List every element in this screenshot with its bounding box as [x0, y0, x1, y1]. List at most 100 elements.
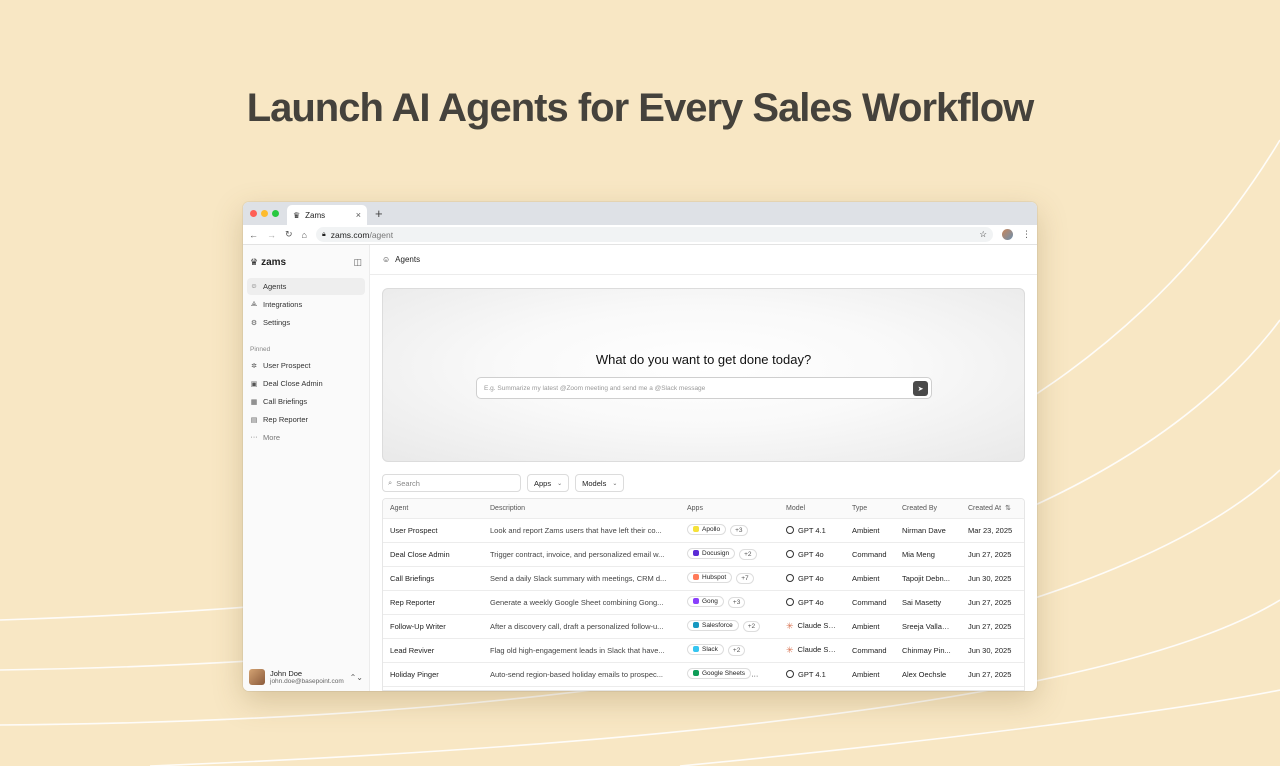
app-chip[interactable]: Apollo — [687, 523, 727, 535]
cell-apps: Salesforce +2 — [680, 614, 779, 639]
url-host: zams.com — [330, 229, 370, 240]
column-header-description[interactable]: Description — [483, 499, 680, 519]
table-row[interactable]: Holiday Pinger Auto-send region-based hol… — [383, 662, 1024, 687]
url-field[interactable]: 🔒︎ zams.com/agent ☆ — [315, 227, 993, 242]
pinned-item-rep-reporter[interactable]: ▤ Rep Reporter — [247, 411, 365, 428]
more-apps-badge[interactable]: +3 — [730, 525, 748, 537]
cell-agent: Lead Reviver — [383, 638, 483, 663]
more-apps-badge[interactable]: +7 — [736, 573, 754, 585]
table-row[interactable]: Call Briefings Send a daily Slack summary… — [383, 566, 1024, 591]
cell-description: After a discovery call, draft a personal… — [483, 614, 680, 639]
app-chip[interactable]: Hubspot — [687, 571, 733, 583]
cell-agent: Holiday Pinger — [383, 662, 483, 687]
pinned-item-label: Rep Reporter — [263, 415, 309, 424]
back-icon[interactable]: ← — [249, 230, 258, 240]
prompt-input[interactable]: E.g. Summarize my latest @Zoom meeting a… — [476, 377, 932, 399]
column-header-model[interactable]: Model — [779, 499, 845, 519]
pinned-item-more[interactable]: ··· More — [247, 429, 365, 446]
cell-type: Ambient — [845, 662, 895, 687]
cell-description: Auto-send region-based holiday emails to… — [483, 662, 680, 687]
kebab-menu-icon[interactable]: ⋮ — [1022, 229, 1031, 240]
integrations-icon: ⟁ — [250, 300, 258, 308]
column-header-created-at-label: Created At — [968, 505, 1002, 513]
cell-model: GPT 4.1 — [779, 518, 845, 543]
user-menu[interactable]: John Doe john.doe@basepoint.com ⌃⌄ — [249, 669, 363, 685]
search-input[interactable]: ⌕ Search — [382, 474, 521, 492]
app-chip-label: Gong — [702, 597, 718, 605]
cell-apps: Apollo +3 — [680, 518, 779, 543]
app-chip[interactable]: Slack — [687, 643, 724, 655]
sidebar: ♛ zams ◫ ☺ Agents ⟁ Integrations ⚙ Setti… — [243, 245, 370, 691]
profile-avatar[interactable] — [1002, 229, 1013, 240]
close-window-button[interactable] — [250, 210, 257, 217]
cell-type: Ambient — [845, 614, 895, 639]
table-row[interactable]: Follow-Up Writer After a discovery call, … — [383, 614, 1024, 639]
cell-description: Trigger contract, invoice, and personali… — [483, 542, 680, 567]
browser-window: ♛ Zams × + ← → ↻ ⌂ 🔒︎ zams.com/agent ☆ ⋮… — [243, 202, 1037, 691]
table-body: User Prospect Look and report Zams users … — [383, 518, 1024, 687]
cell-agent: User Prospect — [383, 518, 483, 543]
table-row[interactable]: Deal Close Admin Trigger contract, invoic… — [383, 542, 1024, 567]
sidebar-item-label: Settings — [263, 318, 291, 327]
app-chip[interactable]: Docusign — [687, 547, 736, 559]
chevron-updown-icon[interactable]: ⌃⌄ — [350, 673, 363, 682]
filter-bar: ⌕ Search Apps ⌄ Models ⌄ — [382, 474, 625, 492]
sidebar-item-integrations[interactable]: ⟁ Integrations — [247, 296, 365, 313]
more-apps-badge[interactable]: +3 — [727, 597, 746, 609]
browser-tab[interactable]: ♛ Zams × — [287, 205, 367, 225]
sidebar-collapse-icon[interactable]: ◫ — [353, 257, 362, 268]
pinned-item-label: More — [263, 433, 281, 442]
app-chip[interactable]: Google Sheets — [687, 667, 752, 679]
chevron-down-icon: ⌄ — [557, 480, 563, 487]
cell-apps: Slack +2 — [680, 638, 779, 663]
column-header-agent[interactable]: Agent — [383, 499, 483, 519]
cell-description: Look and report Zams users that have lef… — [483, 518, 680, 543]
brand: ♛ zams ◫ — [247, 253, 365, 278]
cell-created-by: Sai Masetty — [895, 590, 961, 615]
send-button[interactable]: ➤ — [913, 381, 928, 396]
lock-icon: 🔒︎ — [321, 230, 326, 238]
chevron-down-icon: ⌄ — [612, 480, 618, 487]
url-path: /agent — [369, 229, 394, 240]
table-row[interactable]: Lead Reviver Flag old high-engagement lea… — [383, 638, 1024, 663]
app-chip[interactable]: Salesforce — [687, 619, 739, 631]
app-chip[interactable]: Gong — [687, 595, 724, 607]
pinned-item-label: Deal Close Admin — [263, 379, 323, 388]
gear-icon: ⚙ — [250, 319, 258, 327]
more-apps-badge[interactable]: +2 — [727, 645, 746, 657]
cell-model: GPT 4.1 — [779, 662, 845, 687]
pinned-section-label: Pinned — [250, 346, 271, 353]
bookmark-star-icon[interactable]: ☆ — [979, 229, 987, 240]
home-icon[interactable]: ⌂ — [302, 230, 307, 240]
sort-icon[interactable]: ⇅ — [1005, 505, 1011, 512]
pinned-item-deal-close-admin[interactable]: ▣ Deal Close Admin — [247, 375, 365, 392]
reload-icon[interactable]: ↻ — [285, 229, 293, 240]
user-avatar — [249, 669, 265, 685]
more-apps-badge[interactable]: +2 — [742, 621, 761, 633]
pinned-item-user-prospect[interactable]: ✲ User Prospect — [247, 357, 365, 374]
cell-created-by: Nirman Dave — [895, 518, 961, 543]
cell-type: Command — [845, 638, 895, 663]
column-header-created-at[interactable]: Created At ⇅ — [961, 499, 1024, 519]
tab-bar: ♛ Zams × + — [243, 202, 1037, 225]
sidebar-item-settings[interactable]: ⚙ Settings — [247, 314, 365, 331]
cell-created-at: Jun 27, 2025 — [961, 542, 1024, 567]
column-header-created-by[interactable]: Created By — [895, 499, 961, 519]
models-filter-dropdown[interactable]: Models ⌄ — [575, 474, 625, 492]
minimize-window-button[interactable] — [261, 210, 268, 217]
maximize-window-button[interactable] — [272, 210, 279, 217]
forward-icon[interactable]: → — [267, 230, 276, 240]
new-tab-button[interactable]: + — [375, 206, 383, 221]
table-row[interactable]: User Prospect Look and report Zams users … — [383, 518, 1024, 543]
column-header-apps[interactable]: Apps — [680, 499, 779, 519]
cell-agent: Deal Close Admin — [383, 542, 483, 567]
tab-close-icon[interactable]: × — [356, 210, 361, 220]
cell-apps: Gong +3 — [680, 590, 779, 615]
column-header-type[interactable]: Type — [845, 499, 895, 519]
pinned-item-call-briefings[interactable]: ▦ Call Briefings — [247, 393, 365, 410]
sparkle-icon: ✲ — [251, 362, 257, 370]
table-row[interactable]: Rep Reporter Generate a weekly Google She… — [383, 590, 1024, 615]
apps-filter-dropdown[interactable]: Apps ⌄ — [527, 474, 570, 492]
sidebar-item-agents[interactable]: ☺ Agents — [247, 278, 365, 295]
more-apps-badge[interactable]: +2 — [739, 549, 757, 561]
